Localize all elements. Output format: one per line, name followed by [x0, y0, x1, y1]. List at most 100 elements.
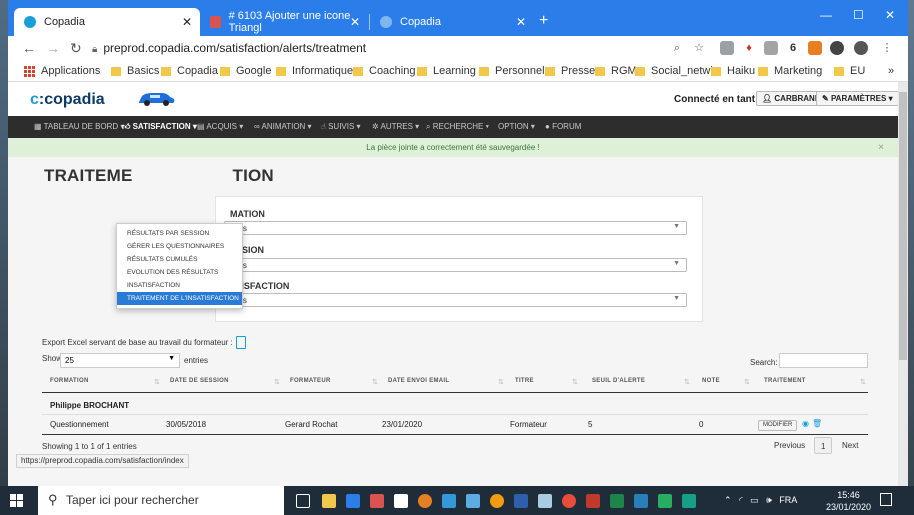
- nav-tableau-de-bord[interactable]: ▦ TABLEAU DE BORD ▾: [34, 122, 124, 131]
- extension-3-icon[interactable]: [764, 41, 778, 55]
- chrome-icon[interactable]: [418, 494, 432, 508]
- satisfaction-select[interactable]: Tous▼: [224, 293, 687, 307]
- alert-close-icon[interactable]: ×: [878, 138, 884, 157]
- nav-animation[interactable]: ∞ ANIMATION ▾: [254, 122, 312, 131]
- th-formateur[interactable]: FORMATEUR: [290, 378, 331, 392]
- bookmark-folder[interactable]: Social_netwk: [635, 65, 716, 77]
- bookmark-folder[interactable]: Learning: [417, 65, 476, 77]
- scrollbar-thumb[interactable]: [899, 92, 907, 360]
- close-tab-icon[interactable]: ✕: [350, 15, 360, 29]
- bookmark-folder[interactable]: Personnel: [479, 65, 545, 77]
- th-note[interactable]: NOTE: [702, 378, 720, 392]
- app-arrow-icon[interactable]: [682, 494, 696, 508]
- page-scrollbar[interactable]: [898, 82, 908, 486]
- volume-icon[interactable]: 🕪︎: [766, 495, 772, 505]
- nav-acquis[interactable]: ▤ ACQUIS ▾: [197, 122, 243, 131]
- menu-item-evolution-resultats[interactable]: EVOLUTION DES RÉSULTATS: [117, 266, 242, 279]
- th-formation[interactable]: FORMATION: [50, 378, 89, 392]
- bookmark-folder[interactable]: Copadia: [161, 65, 218, 77]
- extension-5-icon[interactable]: [808, 41, 822, 55]
- close-window-icon[interactable]: ✕: [885, 8, 895, 22]
- sort-icon[interactable]: ⇅: [572, 378, 578, 386]
- tab-copadia-2[interactable]: Copadia ✕: [370, 8, 534, 36]
- bookmark-star-icon[interactable]: ☆: [692, 41, 706, 55]
- settings-menu-button[interactable]: ✎ PARAMÈTRES ▾: [816, 91, 899, 106]
- bookmark-folder[interactable]: Coaching: [353, 65, 415, 77]
- menu-item-gerer-questionnaires[interactable]: GÉRER LES QUESTIONNAIRES: [117, 240, 242, 253]
- network-icon[interactable]: ◜: [739, 495, 743, 505]
- extension-6-icon[interactable]: [830, 41, 844, 55]
- minimize-icon[interactable]: —: [820, 8, 832, 22]
- app-x-icon[interactable]: [370, 494, 384, 508]
- close-tab-icon[interactable]: ✕: [516, 15, 526, 29]
- file-export-icon[interactable]: [235, 336, 246, 349]
- forward-icon[interactable]: →: [46, 40, 60, 56]
- reload-icon[interactable]: ↻: [70, 40, 82, 57]
- extension-2-icon[interactable]: ♦: [742, 41, 756, 55]
- excel-icon[interactable]: [610, 494, 624, 508]
- bookmark-folder[interactable]: Informatique: [276, 65, 353, 77]
- taskbar-search-box[interactable]: ⚲ Taper ici pour rechercher: [38, 486, 284, 515]
- th-seuil[interactable]: SEUIL D'ALERTE: [592, 378, 645, 392]
- pagination-page-1[interactable]: 1: [814, 437, 833, 454]
- address-bar[interactable]: 🔒︎ preprod.copadia.com/satisfaction/alert…: [92, 41, 366, 55]
- app-green-icon[interactable]: [658, 494, 672, 508]
- menu-item-resultats-cumules[interactable]: RÉSULTATS CUMULÉS: [117, 253, 242, 266]
- pagination-next[interactable]: Next: [836, 437, 864, 454]
- modifier-button[interactable]: MODIFIER: [758, 420, 798, 431]
- extension-4-icon[interactable]: 6: [786, 41, 800, 55]
- windows-start-icon[interactable]: [10, 494, 23, 507]
- nav-recherche[interactable]: ⌕ RECHERCHE ▾: [426, 122, 489, 132]
- sort-icon[interactable]: ⇅: [274, 378, 280, 386]
- app-palette-icon[interactable]: [586, 494, 600, 508]
- page-length-select[interactable]: 25 ▼: [60, 353, 180, 368]
- sort-icon[interactable]: ⇅: [860, 378, 866, 386]
- pagination-previous[interactable]: Previous: [768, 437, 811, 454]
- sort-icon[interactable]: ⇅: [744, 378, 750, 386]
- app-doc-icon[interactable]: [634, 494, 648, 508]
- battery-icon[interactable]: ▭: [750, 495, 759, 505]
- bookmark-folder[interactable]: Presse: [545, 65, 595, 77]
- bookmark-applications[interactable]: Applications: [24, 65, 100, 77]
- session-select[interactable]: Tous▼: [224, 258, 687, 272]
- menu-item-traitement-insatisfaction[interactable]: TRAITEMENT DE L'INSATISFACTION: [117, 292, 242, 305]
- back-icon[interactable]: ←: [22, 40, 36, 56]
- file-explorer-icon[interactable]: [322, 494, 336, 508]
- menu-icon[interactable]: ⋮: [880, 41, 894, 55]
- taskbar-clock[interactable]: 15:46 23/01/2020: [826, 489, 871, 513]
- bookmark-folder[interactable]: EU: [834, 65, 865, 77]
- app-k-icon[interactable]: [466, 494, 480, 508]
- menu-item-insatisfaction[interactable]: INSATISFACTION: [117, 279, 242, 292]
- th-date-email[interactable]: DATE ENVOI EMAIL: [388, 378, 449, 392]
- bookmark-folder[interactable]: Haiku: [711, 65, 755, 77]
- formation-select[interactable]: Tous▼: [224, 221, 687, 235]
- bookmark-folder[interactable]: Basics: [111, 65, 159, 77]
- delete-icon[interactable]: 🗑︎: [812, 419, 822, 428]
- language-indicator[interactable]: FRA: [779, 495, 797, 505]
- bookmark-folder[interactable]: Marketing: [758, 65, 822, 77]
- app-flower-icon[interactable]: [538, 494, 552, 508]
- outlook-icon[interactable]: [346, 494, 360, 508]
- copadia-logo[interactable]: c:copadia: [30, 91, 105, 109]
- nav-option[interactable]: OPTION ▾: [498, 122, 535, 131]
- th-titre[interactable]: TITRE: [515, 378, 534, 392]
- notification-icon[interactable]: [880, 493, 892, 506]
- extension-icon[interactable]: [720, 41, 734, 55]
- maximize-icon[interactable]: ☐: [853, 8, 864, 22]
- chevron-up-icon[interactable]: ⌃: [724, 495, 732, 505]
- tab-copadia-active[interactable]: Copadia ✕: [14, 8, 200, 36]
- zoom-icon[interactable]: ⌕: [670, 41, 684, 55]
- view-icon[interactable]: ◉: [802, 419, 809, 428]
- new-tab-button[interactable]: +: [539, 13, 548, 29]
- firefox-icon[interactable]: [490, 494, 504, 508]
- task-view-icon[interactable]: [296, 494, 310, 508]
- sort-icon[interactable]: ⇅: [498, 378, 504, 386]
- sort-icon[interactable]: ⇅: [372, 378, 378, 386]
- profile-icon[interactable]: [854, 41, 868, 55]
- app-red-icon[interactable]: [562, 494, 576, 508]
- close-tab-icon[interactable]: ✕: [182, 15, 192, 29]
- more-bookmarks-icon[interactable]: »: [888, 65, 894, 77]
- nav-suivis[interactable]: ☝︎ SUIVIS ▾: [321, 122, 361, 131]
- nav-satisfaction[interactable]: 👍︎ SATISFACTION ▾: [122, 122, 197, 132]
- nav-forum[interactable]: ● FORUM: [545, 122, 581, 131]
